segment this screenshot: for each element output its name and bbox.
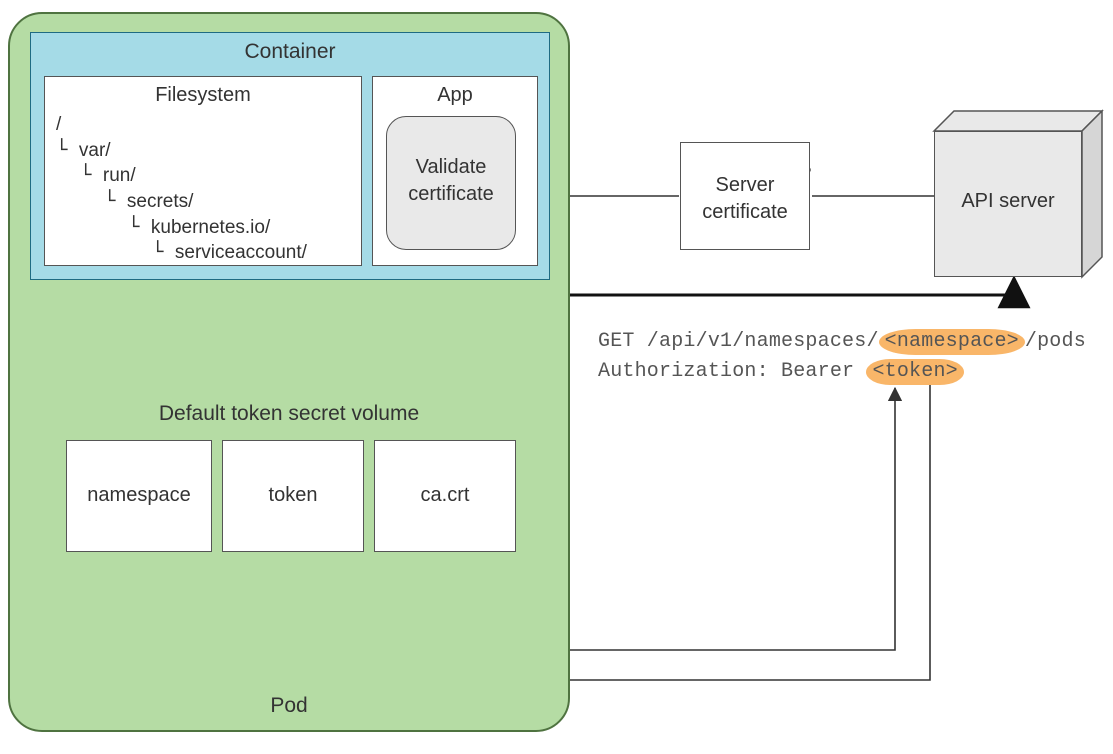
server-cert-text: Server certificate <box>680 172 810 226</box>
validate-line2: certificate <box>408 183 494 205</box>
validate-cert-text: Validate certificate <box>386 154 516 208</box>
tree-k8s: kubernetes.io/ <box>151 217 270 238</box>
req2-pre: Authorization: Bearer <box>598 360 866 383</box>
container-label: Container <box>30 40 550 64</box>
tree-run: run/ <box>103 165 136 186</box>
filesystem-tree: / └ var/ └ run/ └ secrets/ └ kubernetes.… <box>56 112 356 266</box>
volume-label: Default token secret volume <box>44 402 534 426</box>
tree-sa: serviceaccount/ <box>175 242 307 263</box>
validate-line1: Validate <box>416 156 487 178</box>
http-request-line1: GET /api/v1/namespaces/<namespace>/pods <box>598 330 1086 353</box>
server-cert-l1: Server <box>716 174 775 196</box>
app-label: App <box>372 84 538 107</box>
file-token-label: token <box>222 484 364 507</box>
req1-post: /pods <box>1025 330 1086 353</box>
req1-pre: GET /api/v1/namespaces/ <box>598 330 879 353</box>
req1-ns: <namespace> <box>879 329 1025 355</box>
tree-root: / <box>56 112 356 138</box>
tree-var: var/ <box>79 140 111 161</box>
api-server-label: API server <box>934 190 1082 213</box>
pod-label: Pod <box>8 694 570 718</box>
diagram-canvas: Pod Container Filesystem / └ var/ └ run/… <box>0 0 1113 754</box>
file-namespace-label: namespace <box>66 484 212 507</box>
tree-secrets: secrets/ <box>127 191 194 212</box>
file-cacrt-label: ca.crt <box>374 484 516 507</box>
filesystem-label: Filesystem <box>44 84 362 107</box>
req2-tok: <token> <box>866 359 963 385</box>
server-cert-l2: certificate <box>702 201 788 223</box>
http-request-line2: Authorization: Bearer <token> <box>598 360 964 383</box>
